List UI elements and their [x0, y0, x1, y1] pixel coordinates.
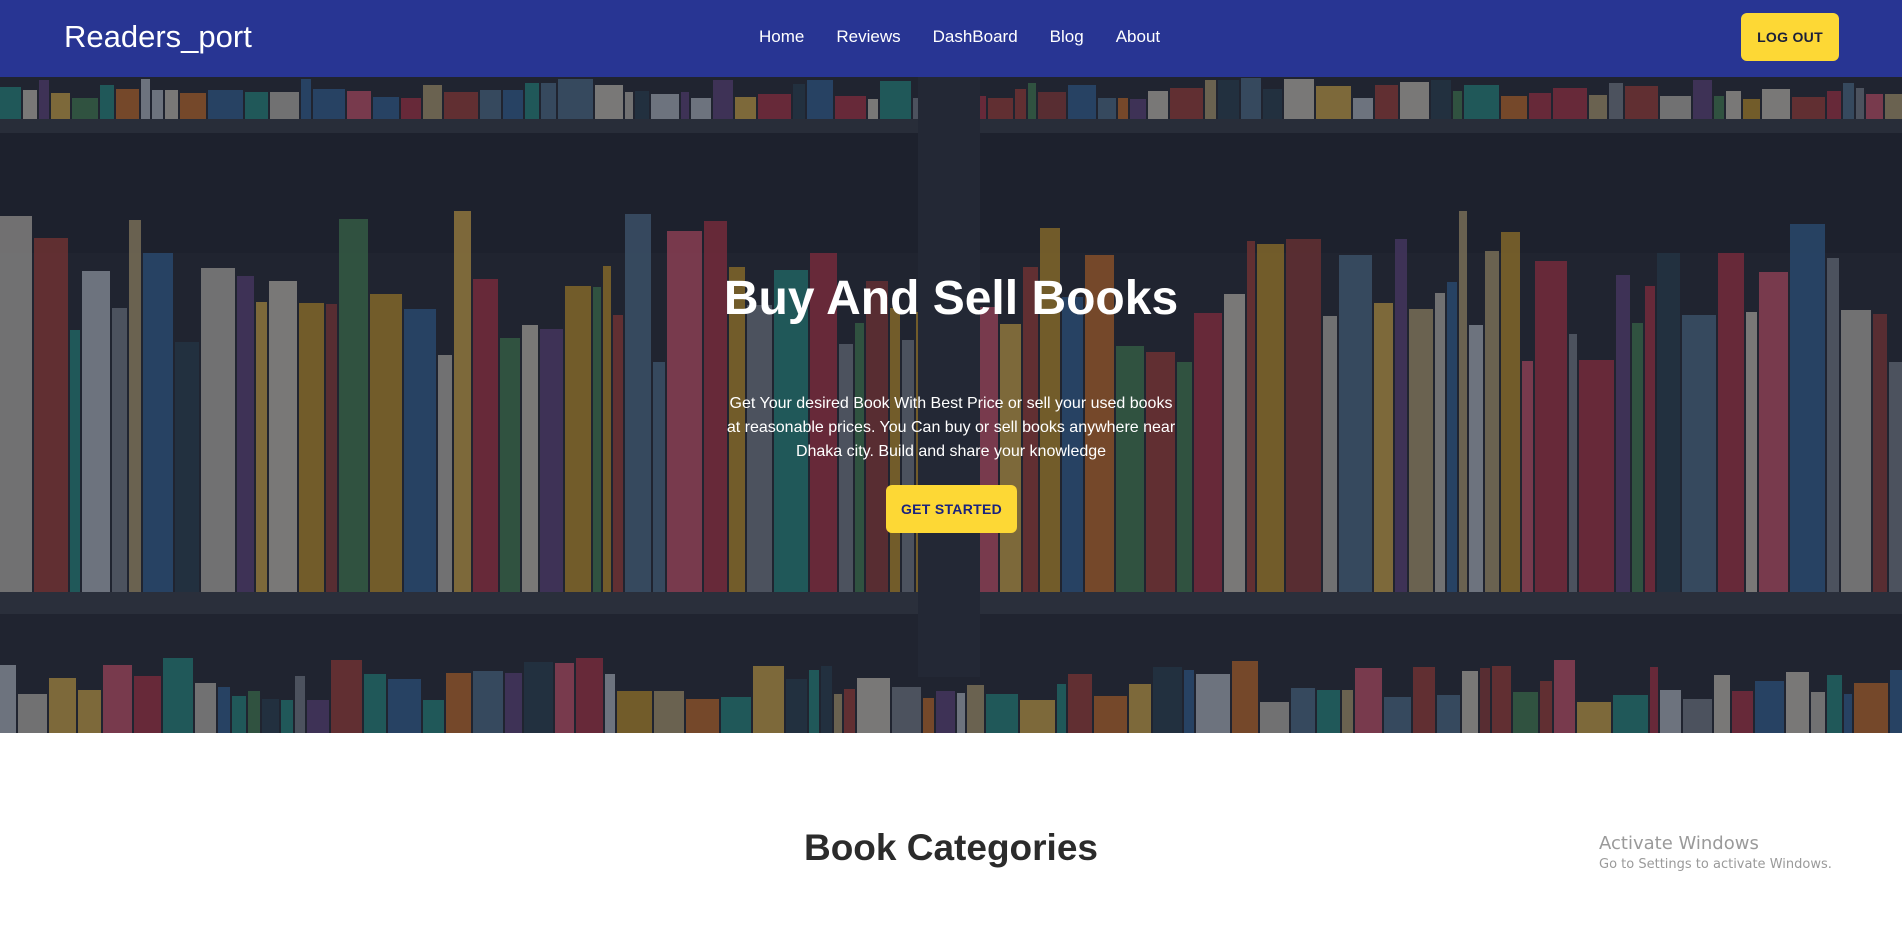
nav-link-blog[interactable]: Blog	[1050, 26, 1084, 48]
logout-button[interactable]: LOG OUT	[1741, 13, 1839, 61]
activate-windows-watermark: Activate Windows Go to Settings to activ…	[1599, 832, 1832, 874]
book-categories-heading: Book Categories	[803, 827, 1098, 868]
get-started-button[interactable]: GET STARTED	[886, 485, 1017, 533]
brand-logo[interactable]: Readers_port	[64, 17, 252, 57]
hero-title: Buy And Sell Books	[723, 272, 1179, 325]
nav-link-dashboard[interactable]: DashBoard	[933, 26, 1018, 48]
watermark-title: Activate Windows	[1599, 833, 1759, 854]
hero-description: Get Your desired Book With Best Price or…	[726, 395, 1176, 460]
nav-link-about[interactable]: About	[1116, 26, 1160, 48]
nav-link-home[interactable]: Home	[759, 26, 804, 48]
navbar: Readers_port Home Reviews DashBoard Blog…	[0, 0, 1902, 77]
hero-section: Buy And Sell Books Get Your desired Book…	[0, 77, 1902, 733]
hero-content: Buy And Sell Books Get Your desired Book…	[0, 77, 1902, 733]
nav-link-reviews[interactable]: Reviews	[836, 26, 900, 48]
nav-links: Home Reviews DashBoard Blog About	[759, 26, 1192, 48]
watermark-subtitle: Go to Settings to activate Windows.	[1599, 857, 1832, 872]
